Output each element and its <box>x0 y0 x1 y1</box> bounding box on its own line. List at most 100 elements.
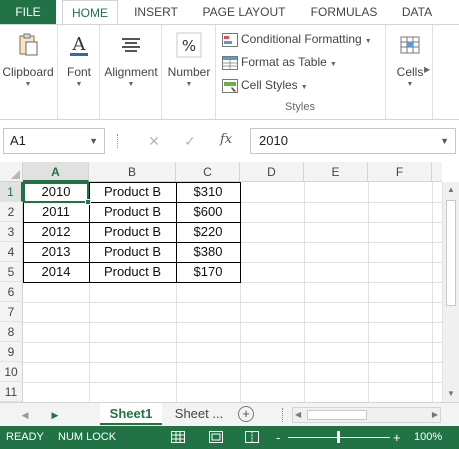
row-header-10[interactable]: 10 <box>0 362 23 382</box>
cancel-entry-button[interactable]: ✕ <box>145 132 163 150</box>
row-header-4[interactable]: 4 <box>0 242 23 262</box>
column-header-a[interactable]: A <box>23 162 89 182</box>
tab-formulas[interactable]: FORMULAS <box>302 0 386 24</box>
cells-icon <box>396 31 424 59</box>
column-header-g-partial[interactable] <box>432 162 442 182</box>
chevron-down-icon: ▼ <box>300 84 308 91</box>
fill-handle[interactable] <box>85 199 91 205</box>
alignment-button[interactable]: Alignment ▼ <box>100 31 162 88</box>
cell-b2[interactable]: Product B <box>89 202 176 222</box>
ribbon: Clipboard ▼ A Font ▼ Alignment ▼ % Numbe… <box>0 24 459 120</box>
cells-button[interactable]: Cells ▼ <box>390 31 430 88</box>
cells-label: Cells <box>396 65 424 79</box>
row-header-11[interactable]: 11 <box>0 382 23 402</box>
row-header-9[interactable]: 9 <box>0 342 23 362</box>
cell-b3[interactable]: Product B <box>89 222 176 242</box>
row-header-5[interactable]: 5 <box>0 262 23 282</box>
worksheet-grid[interactable]: A B C D E F 1 2 3 4 5 6 7 8 9 10 11 2010… <box>0 162 442 402</box>
font-group: A Font ▼ <box>58 25 100 119</box>
normal-view-icon[interactable] <box>170 430 186 444</box>
tab-home[interactable]: HOME <box>62 0 118 24</box>
chevron-down-icon: ▼ <box>364 38 372 45</box>
chevron-down-icon[interactable]: ▼ <box>89 129 98 153</box>
row-header-3[interactable]: 3 <box>0 222 23 242</box>
cell-c1[interactable]: $310 <box>176 182 240 202</box>
tab-insert[interactable]: INSERT <box>126 0 186 24</box>
row-header-7[interactable]: 7 <box>0 302 23 322</box>
conditional-formatting-button[interactable]: Conditional Formatting ▼ <box>222 29 372 49</box>
cell-styles-icon <box>222 78 238 93</box>
chevron-down-icon: ▼ <box>75 81 83 88</box>
ribbon-scroll-right-icon[interactable]: ▶ <box>424 65 430 74</box>
formula-bar: A1 ▼ ✕ ✓ fx 2010 ▼ <box>0 124 459 158</box>
horizontal-scroll-thumb[interactable] <box>307 410 367 420</box>
row-header-8[interactable]: 8 <box>0 322 23 342</box>
zoom-in-button[interactable]: + <box>393 426 401 449</box>
cell-b4[interactable]: Product B <box>89 242 176 262</box>
gridline <box>304 182 305 402</box>
gridline <box>368 182 369 402</box>
add-sheet-button[interactable]: + <box>238 406 254 422</box>
align-center-icon <box>117 31 145 59</box>
sheet-tab-sheet1[interactable]: Sheet1 <box>100 403 162 425</box>
scroll-up-icon[interactable]: ▲ <box>443 182 459 198</box>
cell-styles-label: Cell Styles <box>241 78 298 92</box>
tab-file[interactable]: FILE <box>0 0 56 24</box>
scroll-left-icon[interactable]: ◀ <box>295 408 301 422</box>
vertical-scrollbar[interactable]: ▲ ▼ <box>442 182 459 402</box>
horizontal-scrollbar[interactable]: ◀ ▶ <box>292 407 441 423</box>
cell-a5[interactable]: 2014 <box>23 262 89 282</box>
clipboard-label: Clipboard <box>2 65 54 79</box>
formula-bar-grip[interactable] <box>117 134 119 148</box>
scroll-right-icon[interactable]: ▶ <box>432 408 438 422</box>
row-header-2[interactable]: 2 <box>0 202 23 222</box>
column-header-f[interactable]: F <box>368 162 432 182</box>
column-header-e[interactable]: E <box>304 162 368 182</box>
enter-entry-button[interactable]: ✓ <box>181 132 199 150</box>
svg-text:A: A <box>72 34 87 55</box>
zoom-level[interactable]: 100% <box>414 426 442 449</box>
page-layout-view-icon[interactable] <box>208 430 224 444</box>
row-header-1[interactable]: 1 <box>0 182 23 202</box>
column-header-d[interactable]: D <box>240 162 304 182</box>
cell-a2[interactable]: 2011 <box>23 202 89 222</box>
cell-a4[interactable]: 2013 <box>23 242 89 262</box>
select-all-button[interactable] <box>0 162 23 182</box>
column-header-b[interactable]: B <box>89 162 176 182</box>
clipboard-button[interactable]: Clipboard ▼ <box>0 31 56 88</box>
number-button[interactable]: % Number ▼ <box>162 31 216 88</box>
cell-c4[interactable]: $380 <box>176 242 240 262</box>
cell-c2[interactable]: $600 <box>176 202 240 222</box>
cell-b5[interactable]: Product B <box>89 262 176 282</box>
svg-text:%: % <box>182 37 196 55</box>
sheet-next-icon[interactable]: ▶ <box>48 407 62 423</box>
zoom-slider-thumb[interactable] <box>337 431 340 443</box>
name-box-value: A1 <box>10 133 26 148</box>
cell-styles-button[interactable]: Cell Styles ▼ <box>222 75 308 95</box>
scroll-down-icon[interactable]: ▼ <box>443 386 459 402</box>
font-button[interactable]: A Font ▼ <box>58 31 100 88</box>
cell-b1[interactable]: Product B <box>89 182 176 202</box>
row-header-6[interactable]: 6 <box>0 282 23 302</box>
ribbon-overflow <box>432 25 459 119</box>
tab-splitter[interactable] <box>282 408 284 422</box>
chevron-down-icon: ▼ <box>127 81 135 88</box>
cell-c5[interactable]: $170 <box>176 262 240 282</box>
sheet-tab-sheet2[interactable]: Sheet ... <box>168 403 230 425</box>
zoom-out-button[interactable]: - <box>276 426 280 449</box>
number-label: Number <box>167 65 211 79</box>
chevron-down-icon[interactable]: ▼ <box>440 129 449 153</box>
name-box[interactable]: A1 ▼ <box>3 128 105 154</box>
formula-input[interactable]: 2010 ▼ <box>250 128 456 154</box>
insert-function-button[interactable]: fx <box>220 132 232 147</box>
percent-icon: % <box>175 31 203 59</box>
cell-a3[interactable]: 2012 <box>23 222 89 242</box>
format-as-table-button[interactable]: Format as Table ▼ <box>222 52 337 72</box>
tab-data[interactable]: DATA <box>392 0 442 24</box>
cell-c3[interactable]: $220 <box>176 222 240 242</box>
page-break-view-icon[interactable] <box>244 430 260 444</box>
sheet-prev-icon[interactable]: ◀ <box>18 407 32 423</box>
column-header-c[interactable]: C <box>176 162 240 182</box>
tab-page-layout[interactable]: PAGE LAYOUT <box>196 0 292 24</box>
vertical-scroll-thumb[interactable] <box>446 200 456 306</box>
